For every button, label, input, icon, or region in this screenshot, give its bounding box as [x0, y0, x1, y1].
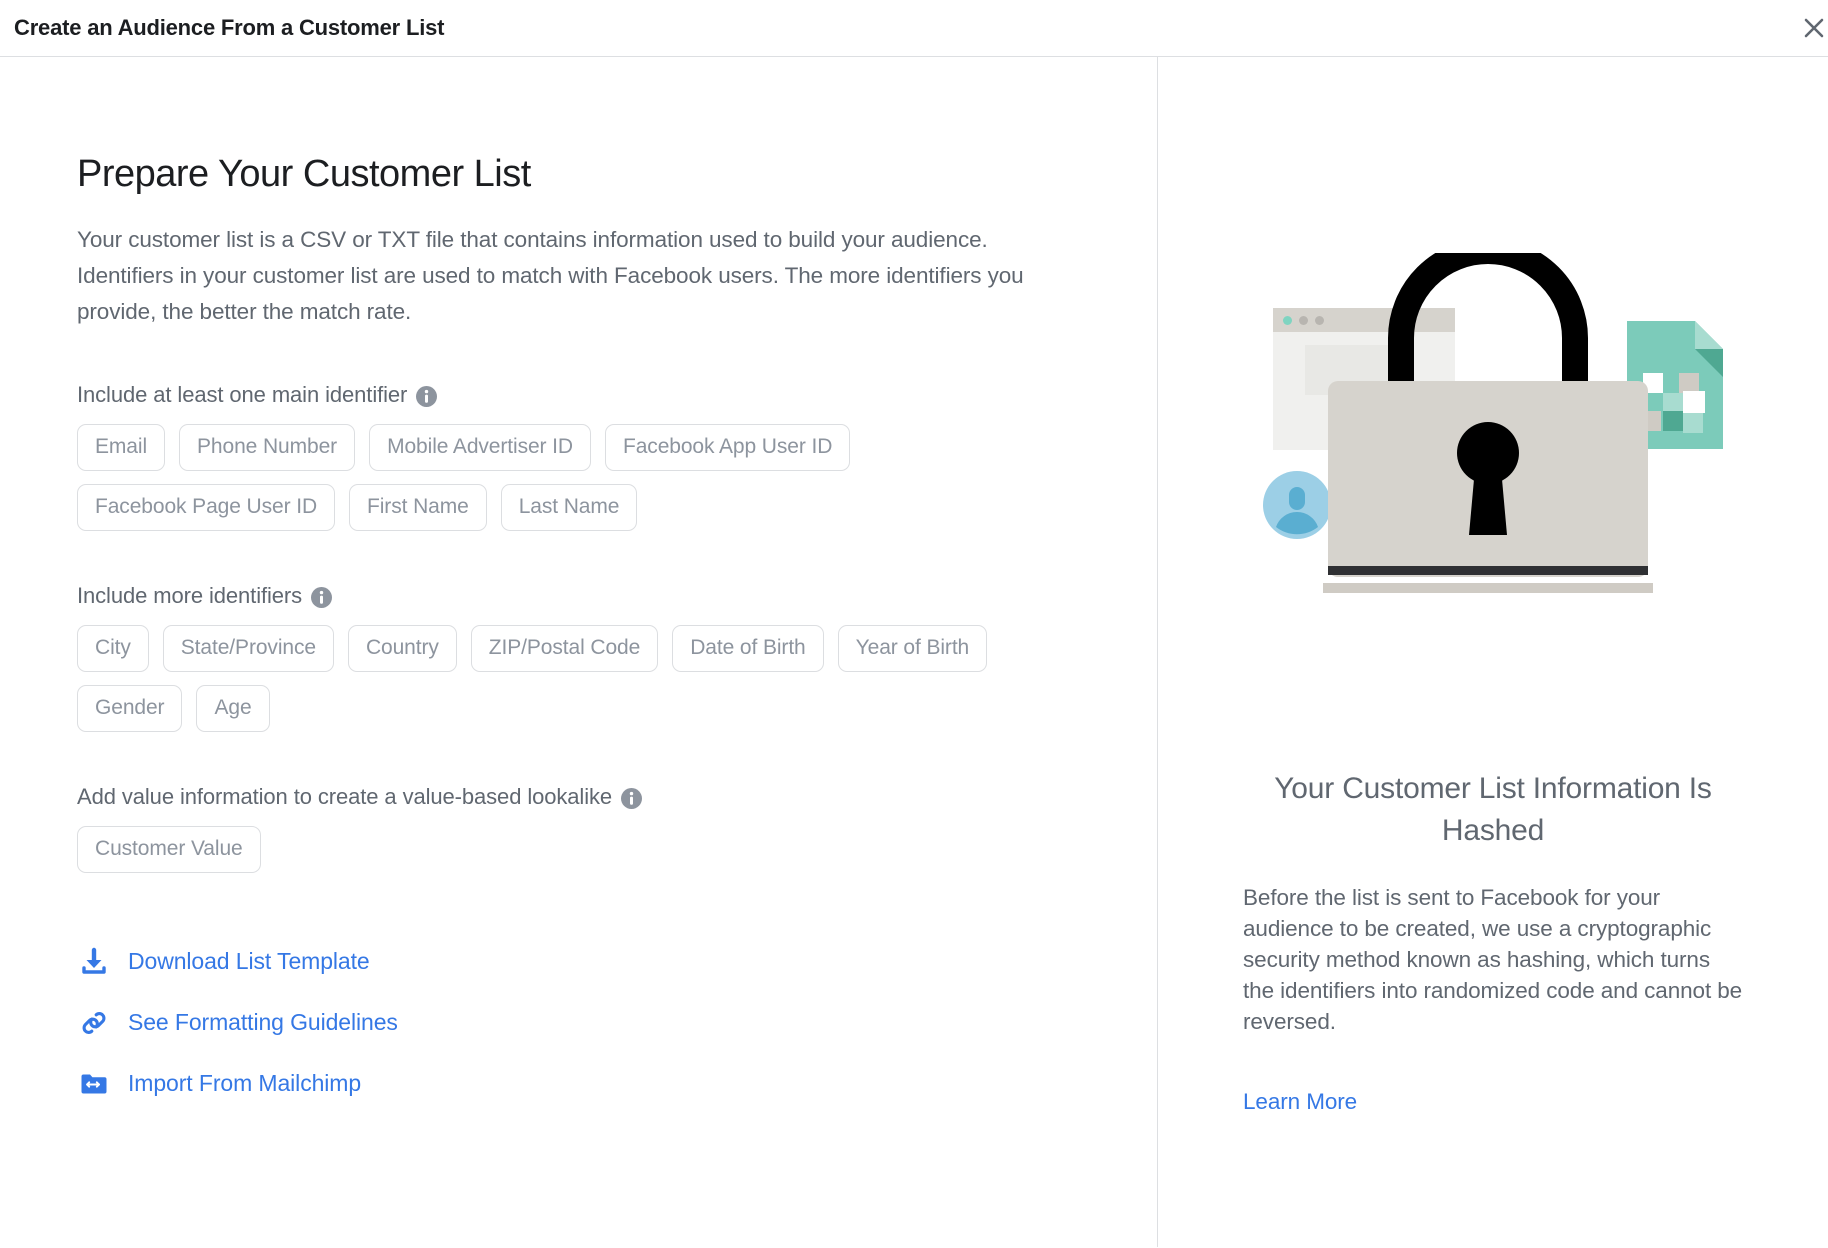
info-circle-icon	[311, 586, 333, 608]
chip-state-province[interactable]: State/Province	[162, 625, 334, 672]
download-list-template-label: Download List Template	[128, 948, 370, 974]
value-information-label-text: Add value information to create a value-…	[77, 784, 613, 809]
value-information-chips: Customer Value	[77, 826, 1087, 873]
chip-last-name[interactable]: Last Name	[500, 484, 638, 531]
close-icon	[1804, 18, 1824, 38]
main-identifier-label: Include at least one main identifier	[77, 382, 1157, 408]
padlock-privacy-illustration	[1263, 253, 1723, 653]
chip-mobile-advertiser-id[interactable]: Mobile Advertiser ID	[369, 424, 591, 471]
window-dot-gray-1	[1299, 315, 1308, 325]
main-identifier-chips: Email Phone Number Mobile Advertiser ID …	[77, 424, 1087, 531]
action-links: Download List Template See Formatting Gu…	[77, 945, 1157, 1100]
info-icon[interactable]	[621, 787, 643, 809]
chip-gender[interactable]: Gender	[77, 685, 183, 732]
more-identifiers-label-text: Include more identifiers	[77, 583, 303, 608]
folder-import-icon	[77, 1067, 110, 1100]
chip-city[interactable]: City	[77, 625, 149, 672]
dialog-body: Prepare Your Customer List Your customer…	[0, 57, 1828, 1247]
right-pane: Your Customer List Information Is Hashed…	[1158, 57, 1828, 1247]
value-information-label: Add value information to create a value-…	[77, 784, 1157, 810]
right-panel-body: Before the list is sent to Facebook for …	[1243, 885, 1743, 1034]
padlock-graphic	[1323, 253, 1653, 593]
chip-date-of-birth[interactable]: Date of Birth	[672, 625, 824, 672]
chip-facebook-app-user-id[interactable]: Facebook App User ID	[604, 424, 851, 471]
chip-facebook-page-user-id[interactable]: Facebook Page User ID	[77, 484, 336, 531]
right-panel-heading: Your Customer List Information Is Hashed	[1274, 772, 1712, 847]
chip-zip-postal-code[interactable]: ZIP/Postal Code	[470, 625, 659, 672]
dialog-header: Create an Audience From a Customer List	[0, 0, 1828, 57]
see-formatting-guidelines-link[interactable]: See Formatting Guidelines	[77, 1006, 398, 1039]
chip-age[interactable]: Age	[196, 685, 270, 732]
close-button[interactable]	[1786, 0, 1828, 56]
download-list-template-link[interactable]: Download List Template	[77, 945, 370, 978]
dialog-title: Create an Audience From a Customer List	[14, 15, 445, 40]
chip-country[interactable]: Country	[347, 625, 457, 672]
info-icon[interactable]	[416, 385, 438, 407]
chip-year-of-birth[interactable]: Year of Birth	[837, 625, 988, 672]
chip-phone-number[interactable]: Phone Number	[179, 424, 356, 471]
info-circle-icon	[416, 385, 438, 407]
window-dot-green	[1283, 315, 1292, 325]
info-circle-icon	[621, 787, 643, 809]
download-icon	[77, 945, 110, 978]
left-pane: Prepare Your Customer List Your customer…	[0, 57, 1158, 1247]
more-identifier-chips: City State/Province Country ZIP/Postal C…	[77, 625, 1087, 732]
chip-customer-value[interactable]: Customer Value	[77, 826, 261, 873]
import-from-mailchimp-label: Import From Mailchimp	[128, 1070, 362, 1096]
more-identifiers-label: Include more identifiers	[77, 583, 1157, 609]
page-title: Prepare Your Customer List	[77, 153, 531, 195]
learn-more-link[interactable]: Learn More	[1243, 1089, 1743, 1115]
see-formatting-guidelines-label: See Formatting Guidelines	[128, 1009, 398, 1035]
import-from-mailchimp-link[interactable]: Import From Mailchimp	[77, 1067, 361, 1100]
chip-first-name[interactable]: First Name	[349, 484, 487, 531]
page-description: Your customer list is a CSV or TXT file …	[77, 227, 1024, 324]
link-chain-icon	[77, 1006, 110, 1039]
main-identifier-label-text: Include at least one main identifier	[77, 382, 408, 407]
user-avatar-graphic	[1263, 471, 1331, 539]
info-icon[interactable]	[311, 586, 333, 608]
chip-email[interactable]: Email	[77, 424, 166, 471]
